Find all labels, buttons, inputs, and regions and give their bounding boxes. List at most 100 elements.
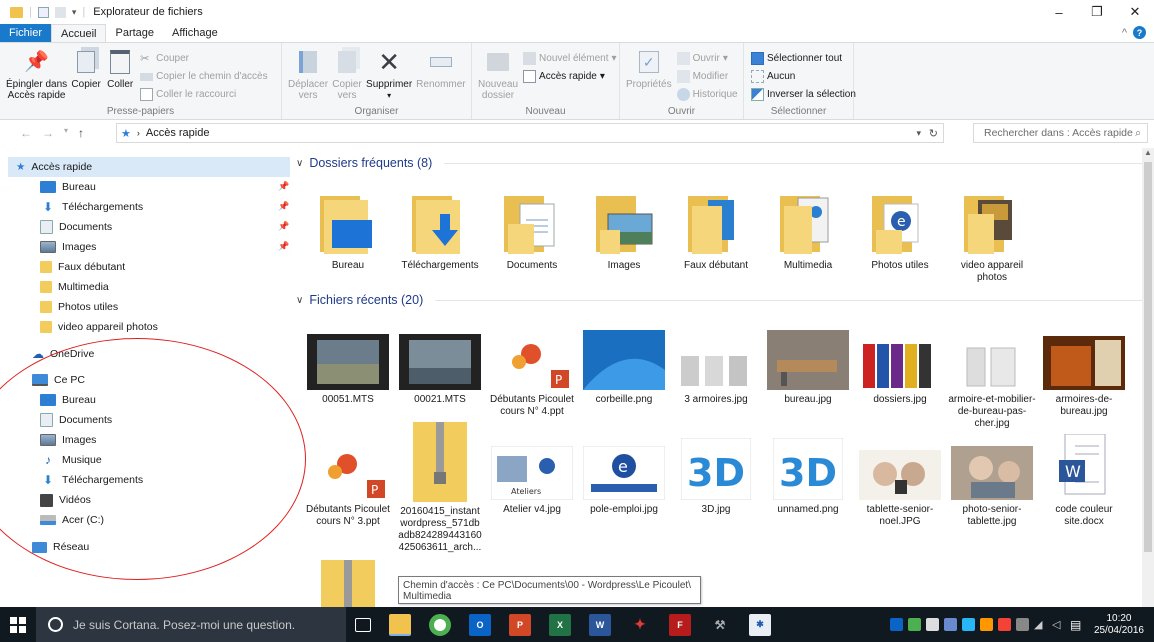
clock[interactable]: 10:20 25/04/2016 xyxy=(1094,613,1144,637)
tile-file-debutants-cours-4[interactable]: P Débutants Picoulet cours N° 4.ppt xyxy=(486,312,578,418)
address-dropdown-icon[interactable]: ▾ xyxy=(916,128,921,139)
open-button[interactable]: Ouvrir ▾ xyxy=(676,51,738,66)
tray-app-icon[interactable] xyxy=(943,618,957,631)
notification-icon[interactable]: ▤ xyxy=(1070,618,1083,632)
history-button[interactable]: Historique xyxy=(676,87,738,102)
vertical-scrollbar[interactable]: ▲ xyxy=(1142,148,1154,607)
customize-arrow-icon[interactable]: ▾ xyxy=(72,7,77,18)
close-button[interactable]: ✕ xyxy=(1116,0,1154,24)
tile-file-pole-emploi[interactable]: e pole-emploi.jpg xyxy=(578,422,670,516)
tile-folder-multimedia[interactable]: Multimedia xyxy=(762,178,854,272)
select-none-button[interactable]: Aucun xyxy=(751,69,856,84)
start-button[interactable] xyxy=(0,607,36,642)
task-view-icon[interactable] xyxy=(355,617,371,632)
tab-fichier[interactable]: Fichier xyxy=(0,24,52,42)
red-app-icon[interactable]: ✦ xyxy=(629,614,651,636)
tile-file-00051-mts[interactable]: 00051.MTS xyxy=(302,312,394,406)
tile-file-bureau-jpg[interactable]: bureau.jpg xyxy=(762,312,854,406)
tile-file-code-couleur-docx[interactable]: Wcode couleur site.docx xyxy=(1038,422,1130,528)
tile-file-debutants-cours-3[interactable]: P Débutants Picoulet cours N° 3.ppt xyxy=(302,422,394,528)
tile-folder-video-appareil-photos[interactable]: video appareil photos xyxy=(946,178,1038,284)
easy-access-button[interactable]: Accès rapide ▾ xyxy=(523,69,617,84)
outlook-icon[interactable]: O xyxy=(469,613,491,636)
filezilla-icon[interactable]: F xyxy=(669,613,691,636)
tool-icon[interactable]: ⚒ xyxy=(709,614,731,636)
nav-item-faux-debutant[interactable]: Faux débutant xyxy=(40,257,125,277)
nav-item-bureau[interactable]: Bureau xyxy=(40,177,96,197)
nav-item-photos-utiles[interactable]: Photos utiles xyxy=(40,297,118,317)
back-arrow-icon[interactable]: ← xyxy=(20,126,32,140)
recent-files-header[interactable]: ∨ Fichiers récents (20) xyxy=(296,293,1142,307)
nav-item-telechargements[interactable]: ⬇ Téléchargements xyxy=(40,197,143,217)
tile-file-armoires-de-bureau[interactable]: armoires-de-bureau.jpg xyxy=(1038,312,1130,418)
tile-folder-photos-utiles[interactable]: e Photos utiles xyxy=(854,178,946,272)
refresh-icon[interactable]: ↻ xyxy=(929,127,938,140)
edit-button[interactable]: Modifier xyxy=(676,69,738,84)
nav-item-images[interactable]: Images xyxy=(40,237,96,257)
tray-cloud-icon[interactable] xyxy=(925,618,939,631)
tile-folder-bureau[interactable]: Bureau xyxy=(302,178,394,272)
breadcrumb[interactable]: Accès rapide xyxy=(146,127,210,139)
powerpoint-icon[interactable]: P xyxy=(509,613,531,636)
tile-file-photo-senior-tablette[interactable]: photo-senior-tablette.jpg xyxy=(946,422,1038,528)
paste-shortcut-button[interactable]: Coller le raccourci xyxy=(140,87,267,102)
tray-outlook-icon[interactable] xyxy=(889,618,903,631)
pin-icon[interactable]: 📌 xyxy=(278,201,289,212)
search-input[interactable]: Rechercher dans : Accès rapide ⌕ xyxy=(973,123,1148,143)
tab-affichage[interactable]: Affichage xyxy=(163,24,227,42)
tile-folder-faux-debutant[interactable]: Faux débutant xyxy=(670,178,762,272)
help-icon[interactable]: ? xyxy=(1133,26,1146,39)
word-icon[interactable]: W xyxy=(589,613,611,636)
tray-app-icon[interactable] xyxy=(979,618,993,631)
tile-file-3-armoires[interactable]: 3 armoires.jpg xyxy=(670,312,762,406)
pin-icon[interactable]: 📌 xyxy=(278,241,289,252)
chrome-icon[interactable] xyxy=(429,613,451,636)
app-icon[interactable]: ✱ xyxy=(749,613,771,636)
collapse-ribbon-icon[interactable]: ^ xyxy=(1122,27,1127,39)
select-all-button[interactable]: Sélectionner tout xyxy=(751,51,856,66)
copy-path-button[interactable]: Copier le chemin d'accès xyxy=(140,69,268,84)
tray-app-icon[interactable] xyxy=(997,618,1011,631)
tile-file-00021-mts[interactable]: 00021.MTS xyxy=(394,312,486,406)
tab-accueil[interactable]: Accueil xyxy=(51,24,107,42)
tray-battery-icon[interactable] xyxy=(1015,618,1029,631)
invert-selection-button[interactable]: Inverser la sélection xyxy=(751,87,856,102)
nav-item-multimedia[interactable]: Multimedia xyxy=(40,277,109,297)
tile-folder-images[interactable]: Images xyxy=(578,178,670,272)
new-folder-icon[interactable] xyxy=(54,6,66,18)
frequent-folders-header[interactable]: ∨ Dossiers fréquents (8) xyxy=(296,156,1142,170)
nav-item-video-appareil-photos[interactable]: video appareil photos xyxy=(40,317,158,337)
cortana-search-box[interactable]: Je suis Cortana. Posez-moi une question. xyxy=(36,607,346,642)
up-arrow-icon[interactable]: ↑ xyxy=(78,126,84,140)
tile-file-atelier-v4[interactable]: Ateliers Atelier v4.jpg xyxy=(486,422,578,516)
excel-icon[interactable]: X xyxy=(549,613,571,636)
address-bar[interactable]: ★ › Accès rapide ▾ ↻ xyxy=(116,123,944,143)
tile-file-3d-jpg[interactable]: 3D 3D.jpg xyxy=(670,422,762,516)
tile-file-armoire-et-mobilier[interactable]: armoire-et-mobilier-de-bureau-pas-cher.j… xyxy=(946,312,1038,430)
nav-quick-access[interactable]: ★ Accès rapide xyxy=(8,157,290,177)
tile-file-zip-partial[interactable] xyxy=(302,560,394,607)
tile-folder-documents[interactable]: Documents xyxy=(486,178,578,272)
minimize-button[interactable]: – xyxy=(1040,0,1078,24)
forward-arrow-icon[interactable]: → xyxy=(42,126,54,140)
tile-file-tablette-senior-noel[interactable]: tablette-senior-noel.JPG xyxy=(854,422,946,528)
folder-icon[interactable] xyxy=(10,6,23,18)
recent-locations-icon[interactable]: ▾ xyxy=(64,126,68,140)
pin-icon[interactable]: 📌 xyxy=(278,221,289,232)
scroll-up-icon[interactable]: ▲ xyxy=(1144,148,1152,157)
maximize-button[interactable]: ❐ xyxy=(1078,0,1116,24)
scrollbar-thumb[interactable] xyxy=(1144,162,1152,552)
file-explorer-icon[interactable] xyxy=(389,613,411,636)
new-item-button[interactable]: Nouvel élément ▾ xyxy=(523,51,617,66)
tile-file-unnamed-png[interactable]: 3D unnamed.png xyxy=(762,422,854,516)
tray-volume-icon[interactable]: ◁ xyxy=(1052,618,1065,631)
tile-file-dossiers-jpg[interactable]: dossiers.jpg xyxy=(854,312,946,406)
tile-file-instant-wordpress-zip[interactable]: 20160415_instant wordpress_571db adb8242… xyxy=(394,422,486,554)
tab-partage[interactable]: Partage xyxy=(106,24,163,42)
tray-app-icon[interactable] xyxy=(907,618,921,631)
tile-folder-telechargements[interactable]: Téléchargements xyxy=(394,178,486,272)
tray-network-icon[interactable]: ◢ xyxy=(1034,618,1047,631)
pin-icon[interactable]: 📌 xyxy=(278,181,289,192)
cut-button[interactable]: ✂ Couper xyxy=(140,51,267,66)
tile-file-corbeille-png[interactable]: corbeille.png xyxy=(578,312,670,406)
